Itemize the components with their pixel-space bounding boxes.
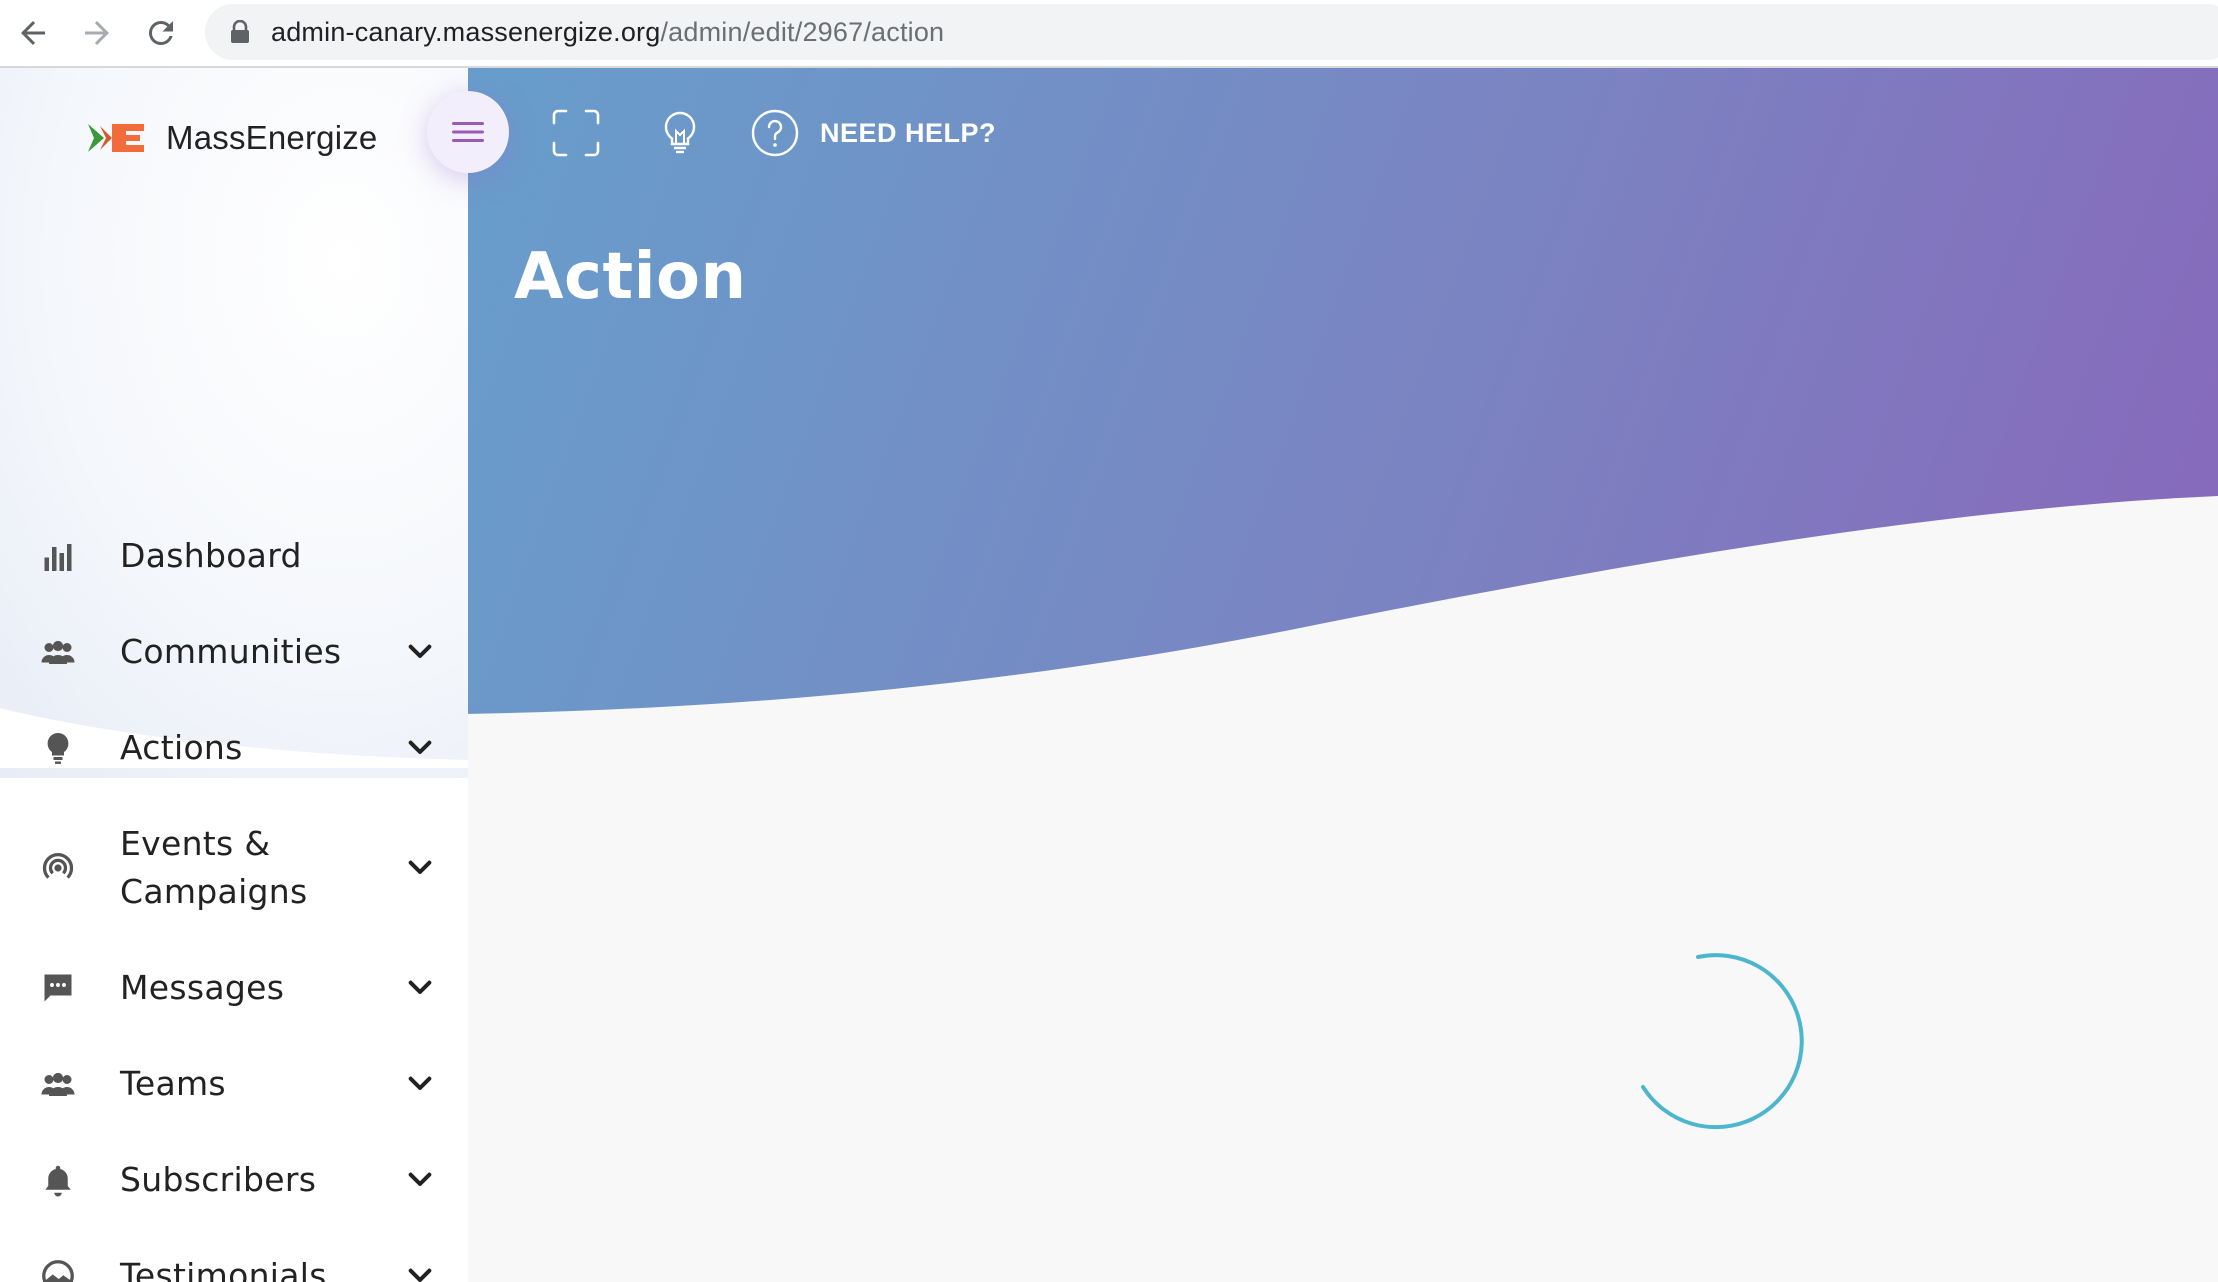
bar-chart-icon — [38, 536, 78, 576]
reload-icon[interactable] — [136, 8, 186, 58]
landscape-icon — [38, 1256, 78, 1282]
chevron-down-icon[interactable] — [404, 732, 436, 764]
question-circle-icon — [751, 109, 799, 157]
sidebar-item-label: Subscribers — [120, 1160, 317, 1199]
chevron-down-icon[interactable] — [404, 1164, 436, 1196]
sidebar-item-label: Teams — [120, 1064, 226, 1103]
hamburger-menu-icon — [452, 122, 484, 142]
sidebar-item-messages[interactable]: Messages — [0, 940, 468, 1036]
bell-icon — [38, 1160, 78, 1200]
chevron-down-icon[interactable] — [404, 852, 436, 884]
sidebar-item-dashboard[interactable]: Dashboard — [0, 508, 468, 604]
sidebar-item-label: Dashboard — [120, 536, 302, 575]
sidebar-item-label-line2: Campaigns — [120, 872, 308, 911]
chevron-down-icon[interactable] — [404, 1260, 436, 1282]
chevron-down-icon[interactable] — [404, 1068, 436, 1100]
sidebar-item-teams[interactable]: Teams — [0, 1036, 468, 1132]
sidebar-item-label: Messages — [120, 968, 285, 1007]
sidebar-item-label-line1: Events & — [120, 824, 271, 863]
people-icon — [38, 1064, 78, 1104]
sidebar-item-label: Testimonials — [120, 1256, 327, 1282]
page-title: Action — [514, 240, 747, 314]
loading-spinner-icon — [1641, 953, 1804, 1130]
sidebar-item-label: Communities — [120, 632, 342, 671]
chevron-down-icon[interactable] — [404, 636, 436, 668]
sidebar-item-testimonials[interactable]: Testimonials — [0, 1228, 468, 1282]
forward-arrow-icon[interactable] — [72, 8, 122, 58]
sidebar: MassEnergize Dashboard Communities Actio… — [0, 68, 468, 1282]
sidebar-item-label: Actions — [120, 728, 243, 767]
address-bar[interactable]: admin-canary.massenergize.org/admin/edit… — [205, 4, 2218, 60]
back-arrow-icon[interactable] — [8, 8, 58, 58]
brand[interactable]: MassEnergize — [86, 116, 378, 160]
lightbulb-icon[interactable] — [654, 107, 706, 159]
chevron-down-icon[interactable] — [404, 972, 436, 1004]
sidebar-item-communities[interactable]: Communities — [0, 604, 468, 700]
fullscreen-icon[interactable] — [550, 107, 602, 159]
lock-icon — [231, 20, 249, 43]
sidebar-toggle-button[interactable] — [427, 91, 509, 173]
broadcast-icon — [38, 848, 78, 888]
sidebar-item-subscribers[interactable]: Subscribers — [0, 1132, 468, 1228]
massenergize-logo-icon — [88, 124, 144, 152]
sidebar-item-actions[interactable]: Actions — [0, 700, 468, 796]
url-host: admin-canary.massenergize.org — [271, 17, 661, 47]
message-icon — [38, 968, 78, 1008]
url-path: /admin/edit/2967/action — [660, 17, 945, 47]
lightbulb-icon — [38, 728, 78, 768]
url-text: admin-canary.massenergize.org/admin/edit… — [271, 4, 944, 60]
need-help-button[interactable]: NEED HELP? — [750, 106, 996, 160]
sidebar-item-events-campaigns[interactable]: Events & Campaigns — [0, 796, 468, 940]
browser-toolbar: admin-canary.massenergize.org/admin/edit… — [0, 0, 2218, 68]
people-icon — [38, 632, 78, 672]
brand-name: MassEnergize — [166, 119, 378, 156]
sidebar-menu: Dashboard Communities Actions Events & C… — [0, 508, 468, 1282]
need-help-label: NEED HELP? — [820, 117, 997, 148]
